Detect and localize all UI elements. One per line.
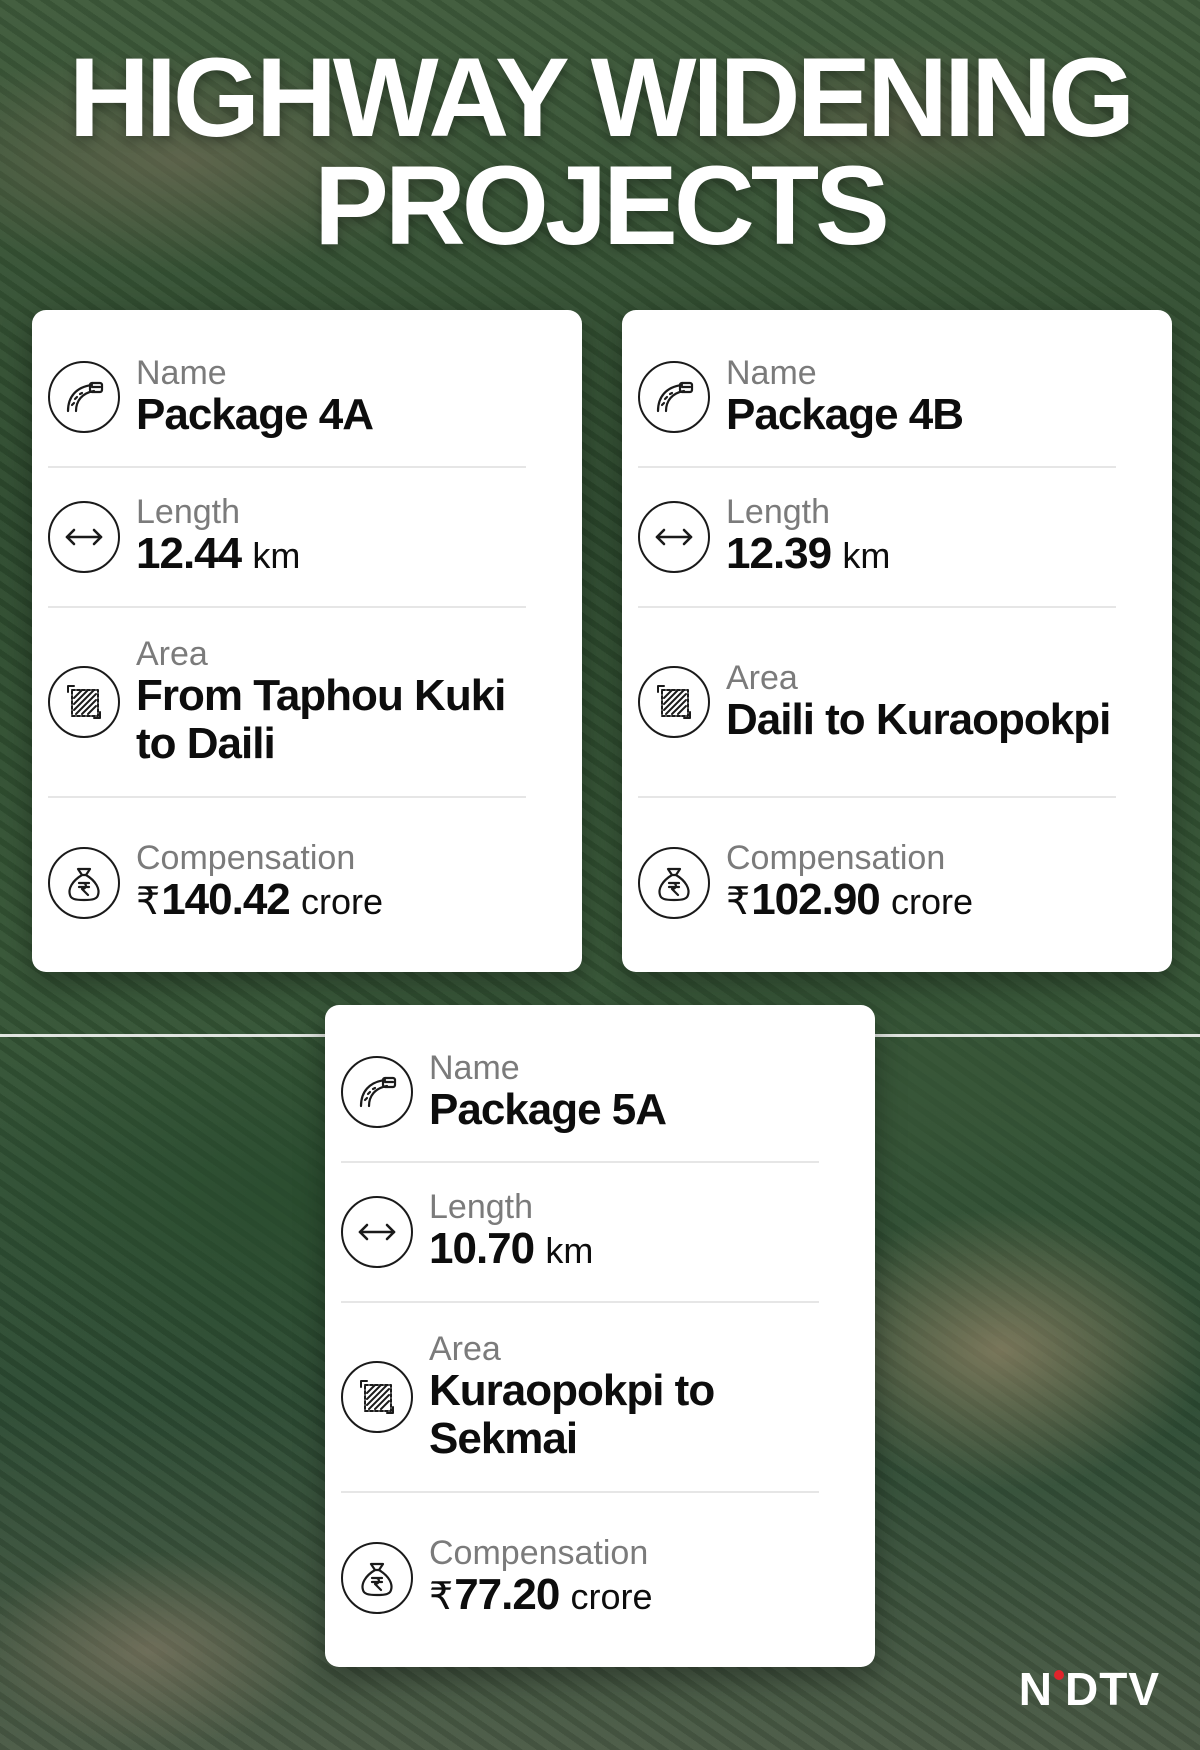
- name-label: Name: [136, 354, 227, 392]
- length-value: 12.39 km: [726, 530, 890, 580]
- compensation-value: ₹102.90 crore: [726, 876, 973, 926]
- area-value: Kuraopokpi to Sekmai: [429, 1366, 715, 1463]
- area-label: Area: [429, 1330, 501, 1368]
- compensation-unit: crore: [891, 881, 974, 922]
- title-line-2: PROJECTS: [314, 143, 890, 268]
- compensation-text: Compensation ₹140.42 crore: [136, 840, 383, 926]
- row-area: Area Daili to Kuraopokpi: [638, 608, 1116, 798]
- row-length: Length 12.44 km: [48, 468, 526, 608]
- compensation-value: ₹140.42 crore: [136, 876, 383, 926]
- length-value: 10.70 km: [429, 1225, 593, 1275]
- compensation-number: 102.90: [751, 875, 881, 924]
- compensation-unit: crore: [570, 1576, 653, 1617]
- row-name: Name Package 4A: [48, 328, 526, 468]
- length-text: Length 12.39 km: [726, 494, 890, 580]
- compensation-label: Compensation: [429, 1534, 649, 1572]
- area-icon: [48, 666, 120, 738]
- length-text: Length 10.70 km: [429, 1189, 593, 1275]
- compensation-number: 77.20: [454, 1570, 560, 1619]
- length-unit: km: [842, 535, 891, 576]
- currency-symbol: ₹: [726, 881, 750, 923]
- ndtv-logo: N DTV: [1019, 1662, 1160, 1716]
- area-icon: [638, 666, 710, 738]
- compensation-text: Compensation ₹102.90 crore: [726, 840, 973, 926]
- logo-text-left: N: [1018, 1663, 1053, 1715]
- area-value: Daili to Kuraopokpi: [726, 695, 1111, 744]
- logo-red-dot: [1054, 1670, 1064, 1680]
- name-text: Name Package 4B: [726, 354, 964, 439]
- money-bag-rupee-icon: [341, 1542, 413, 1614]
- row-name: Name Package 5A: [341, 1023, 819, 1163]
- area-icon: [341, 1361, 413, 1433]
- road-icon: [638, 361, 710, 433]
- compensation-label: Compensation: [136, 839, 356, 877]
- row-compensation: Compensation ₹102.90 crore: [638, 798, 1116, 968]
- length-label: Length: [429, 1188, 533, 1226]
- row-compensation: Compensation ₹140.42 crore: [48, 798, 526, 968]
- compensation-value: ₹77.20 crore: [429, 1571, 653, 1621]
- row-length: Length 12.39 km: [638, 468, 1116, 608]
- name-label: Name: [429, 1049, 520, 1087]
- length-number: 12.44: [136, 529, 242, 578]
- length-text: Length 12.44 km: [136, 494, 300, 580]
- compensation-number: 140.42: [161, 875, 291, 924]
- name-value: Package 4B: [726, 390, 964, 439]
- name-label: Name: [726, 354, 817, 392]
- row-name: Name Package 4B: [638, 328, 1116, 468]
- name-value: Package 4A: [136, 390, 374, 439]
- package-card-5a: Name Package 5A Length 10.70 km Area Kuraopok…: [325, 1005, 875, 1667]
- row-compensation: Compensation ₹77.20 crore: [341, 1493, 819, 1663]
- double-arrow-icon: [48, 501, 120, 573]
- compensation-label: Compensation: [726, 839, 946, 877]
- logo-text-right: DTV: [1065, 1663, 1160, 1715]
- area-label: Area: [726, 659, 798, 697]
- row-area: Area From Taphou Kuki to Daili: [48, 608, 526, 798]
- compensation-unit: crore: [301, 881, 384, 922]
- compensation-text: Compensation ₹77.20 crore: [429, 1535, 653, 1621]
- row-area: Area Kuraopokpi to Sekmai: [341, 1303, 819, 1493]
- area-value: From Taphou Kuki to Daili: [136, 671, 506, 768]
- length-label: Length: [136, 493, 240, 531]
- double-arrow-icon: [638, 501, 710, 573]
- road-icon: [341, 1056, 413, 1128]
- length-number: 12.39: [726, 529, 832, 578]
- page-title: HIGHWAY WIDENING PROJECTS: [0, 35, 1200, 268]
- currency-symbol: ₹: [429, 1576, 453, 1618]
- area-label: Area: [136, 635, 208, 673]
- money-bag-rupee-icon: [638, 847, 710, 919]
- area-text: Area Kuraopokpi to Sekmai: [429, 1331, 819, 1463]
- area-text: Area Daili to Kuraopokpi: [726, 659, 1111, 744]
- money-bag-rupee-icon: [48, 847, 120, 919]
- double-arrow-icon: [341, 1196, 413, 1268]
- title-line-1: HIGHWAY WIDENING: [68, 35, 1135, 160]
- row-length: Length 10.70 km: [341, 1163, 819, 1303]
- length-unit: km: [545, 1230, 594, 1271]
- name-text: Name Package 5A: [429, 1049, 667, 1134]
- length-label: Length: [726, 493, 830, 531]
- area-text: Area From Taphou Kuki to Daili: [136, 636, 526, 768]
- name-value: Package 5A: [429, 1085, 667, 1134]
- name-text: Name Package 4A: [136, 354, 374, 439]
- package-card-4b: Name Package 4B Length 12.39 km Area Daili to…: [622, 310, 1172, 972]
- currency-symbol: ₹: [136, 881, 160, 923]
- road-icon: [48, 361, 120, 433]
- length-unit: km: [252, 535, 301, 576]
- length-value: 12.44 km: [136, 530, 300, 580]
- package-card-4a: Name Package 4A Length 12.44 km Area From Tap…: [32, 310, 582, 972]
- length-number: 10.70: [429, 1224, 535, 1273]
